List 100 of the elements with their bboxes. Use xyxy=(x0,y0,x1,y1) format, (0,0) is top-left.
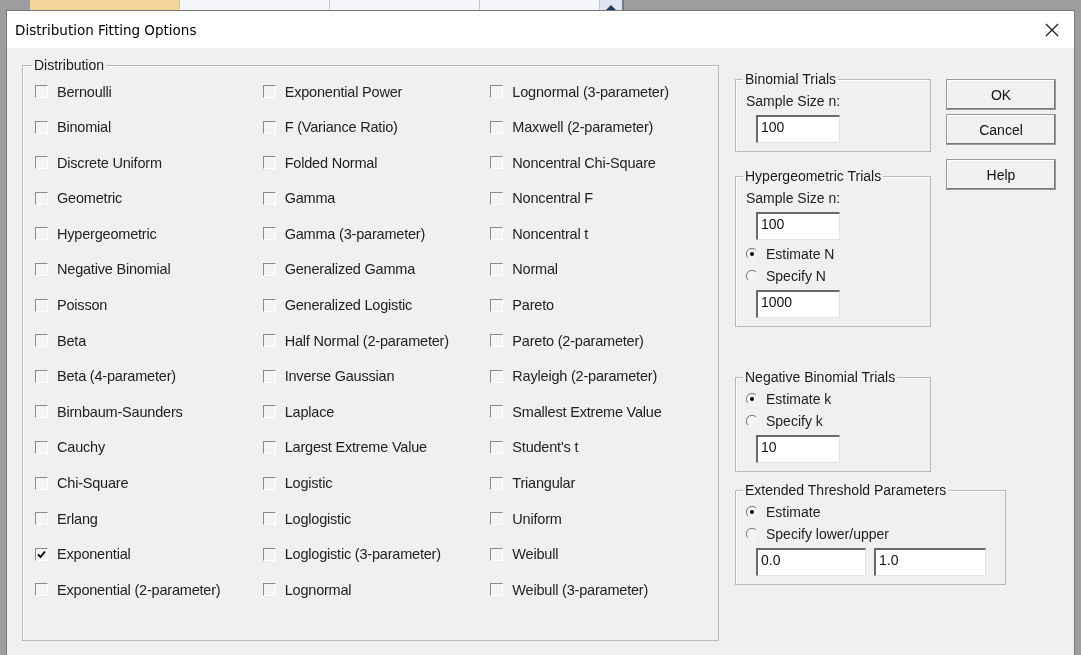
window-title: Distribution Fitting Options xyxy=(15,21,197,38)
checkbox[interactable] xyxy=(490,512,504,526)
checkbox[interactable] xyxy=(262,440,276,454)
checkbox-label: Half Normal (2-parameter) xyxy=(284,332,449,349)
checkbox-label: Chi-Square xyxy=(57,475,129,492)
checkbox[interactable] xyxy=(262,120,276,134)
checkbox-label: Laplace xyxy=(284,403,335,420)
checkbox-label: Beta (4-parameter) xyxy=(57,368,176,385)
group-title: Hypergeometric Trials xyxy=(744,168,883,184)
checkbox[interactable] xyxy=(35,156,48,170)
scroll-up-button[interactable] xyxy=(600,0,624,10)
checkbox-label: Maxwell (2-parameter) xyxy=(512,119,654,136)
group-title: Extended Threshold Parameters xyxy=(744,482,948,498)
checkbox[interactable] xyxy=(35,440,48,454)
checkbox[interactable] xyxy=(490,191,504,205)
checkbox-label: Gamma (3-parameter) xyxy=(284,225,426,242)
input-field[interactable]: 100 xyxy=(756,115,840,143)
radio-button[interactable] xyxy=(746,528,758,540)
close-icon xyxy=(1045,22,1059,37)
checkbox-label: F (Variance Ratio) xyxy=(284,119,398,136)
radio-label: Specify N xyxy=(766,268,826,284)
checkbox-label: Gamma xyxy=(284,190,336,207)
checkbox-label: Birnbaum-Saunders xyxy=(57,403,183,420)
dialog-button[interactable]: Cancel xyxy=(946,114,1056,145)
checkbox[interactable] xyxy=(262,547,276,561)
checkbox-label: Bernoulli xyxy=(57,83,112,100)
checkbox[interactable] xyxy=(35,476,48,490)
checkbox[interactable] xyxy=(490,440,504,454)
checkbox-label: Lognormal xyxy=(284,581,352,598)
checkbox[interactable] xyxy=(262,369,276,383)
checkbox-label: Logistic xyxy=(284,475,333,492)
checkbox[interactable] xyxy=(35,512,48,526)
checkbox[interactable] xyxy=(35,120,48,134)
checkbox[interactable] xyxy=(35,334,48,348)
radio-label: Estimate k xyxy=(766,391,832,407)
input-field[interactable]: 1000 xyxy=(756,290,840,318)
checkbox[interactable] xyxy=(262,156,276,170)
radio-button[interactable] xyxy=(746,393,758,405)
checkbox-label: Loglogistic (3-parameter) xyxy=(284,546,441,563)
checkbox[interactable] xyxy=(35,85,48,98)
checkbox[interactable] xyxy=(490,156,504,170)
input-field[interactable]: 10 xyxy=(756,435,840,463)
checkbox[interactable] xyxy=(490,85,504,98)
checkbox[interactable] xyxy=(35,227,48,241)
field-label: Sample Size n: xyxy=(746,190,842,206)
field-label: Sample Size n: xyxy=(746,93,842,109)
checkbox-label: Exponential xyxy=(57,546,131,563)
checkbox[interactable] xyxy=(490,227,504,241)
checkbox-label: Pareto (2-parameter) xyxy=(512,332,644,349)
checkbox-label: Student's t xyxy=(512,439,579,456)
checkbox-label: Lognormal (3-parameter) xyxy=(512,83,669,100)
checkbox-label: Beta xyxy=(57,332,87,349)
checkbox[interactable] xyxy=(262,405,276,419)
checkbox[interactable] xyxy=(490,298,504,312)
checkbox[interactable] xyxy=(35,191,48,205)
dialog-button[interactable]: Help xyxy=(946,159,1056,190)
radio-label: Estimate N xyxy=(766,246,835,262)
checkbox-label: Noncentral Chi-Square xyxy=(512,154,656,171)
checkbox[interactable] xyxy=(490,476,504,490)
radio-button[interactable] xyxy=(746,270,758,282)
checkbox[interactable] xyxy=(35,583,48,597)
checkbox[interactable] xyxy=(35,369,48,383)
checkbox[interactable] xyxy=(262,476,276,490)
checkbox[interactable] xyxy=(490,369,504,383)
checkbox-label: Generalized Gamma xyxy=(284,261,416,278)
checkbox[interactable] xyxy=(35,547,48,561)
radio-button[interactable] xyxy=(746,415,758,427)
checkbox[interactable] xyxy=(262,85,276,98)
checkbox-label: Inverse Gaussian xyxy=(284,368,395,385)
checkbox[interactable] xyxy=(262,583,276,597)
checkbox-label: Exponential Power xyxy=(284,83,403,100)
checkbox[interactable] xyxy=(490,547,504,561)
radio-label: Estimate xyxy=(766,504,821,520)
checkbox-label: Geometric xyxy=(57,190,123,207)
input-field[interactable]: 100 xyxy=(756,212,840,240)
checkbox[interactable] xyxy=(490,334,504,348)
checkbox[interactable] xyxy=(262,262,276,276)
dialog-button[interactable]: OK xyxy=(946,79,1056,110)
group-title: Distribution xyxy=(33,57,106,73)
checkbox[interactable] xyxy=(35,405,48,419)
checkbox[interactable] xyxy=(490,120,504,134)
checkbox[interactable] xyxy=(262,191,276,205)
checkbox[interactable] xyxy=(35,262,48,276)
checkbox[interactable] xyxy=(490,405,504,419)
checkbox-label: Weibull xyxy=(512,546,559,563)
input-field[interactable]: 1.0 xyxy=(874,548,986,576)
checkbox-label: Exponential (2-parameter) xyxy=(57,581,221,598)
checkbox-label: Erlang xyxy=(57,510,98,527)
radio-button[interactable] xyxy=(746,248,758,260)
checkbox[interactable] xyxy=(490,262,504,276)
checkbox-label: Rayleigh (2-parameter) xyxy=(512,368,658,385)
checkbox[interactable] xyxy=(262,334,276,348)
radio-button[interactable] xyxy=(746,506,758,518)
checkbox[interactable] xyxy=(490,583,504,597)
checkbox[interactable] xyxy=(35,298,48,312)
input-field[interactable]: 0.0 xyxy=(756,548,866,576)
checkbox[interactable] xyxy=(262,227,276,241)
checkbox-label: Pareto xyxy=(512,297,554,314)
checkbox[interactable] xyxy=(262,298,276,312)
checkbox[interactable] xyxy=(262,512,276,526)
